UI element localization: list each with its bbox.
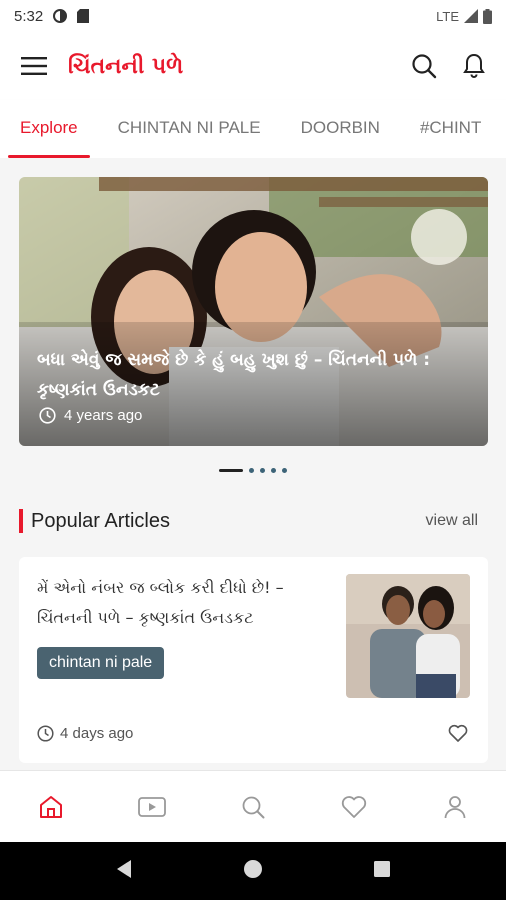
tab-chint[interactable]: #CHINT: [400, 100, 501, 158]
article-category-tag[interactable]: chintan ni pale: [37, 647, 165, 679]
main-content: બધા એવું જ સમજે છે કે હું બહુ ખુશ છું – …: [0, 158, 506, 770]
article-title: મેં એનો નંબર જ બ્લોક કરી દીધો છે! – ચિંત…: [37, 578, 284, 627]
carousel-indicator: [0, 468, 506, 473]
article-card[interactable]: મેં એનો નંબર જ બ્લોક કરી દીધો છે! – ચિંત…: [19, 557, 488, 763]
carousel-dot[interactable]: [249, 468, 254, 473]
status-bar: 5:32 LTE: [0, 0, 506, 32]
search-icon[interactable]: [233, 787, 273, 827]
view-all-link[interactable]: view all: [426, 512, 488, 530]
carousel-dot[interactable]: [282, 468, 287, 473]
carousel-dot[interactable]: [260, 468, 265, 473]
section-accent-bar: [19, 509, 23, 533]
tab-explore[interactable]: Explore: [0, 100, 98, 158]
article-time-label: 4 days ago: [60, 725, 134, 742]
home-icon[interactable]: [31, 787, 71, 827]
heart-icon[interactable]: [334, 787, 374, 827]
article-time: 4 days ago: [37, 725, 133, 742]
like-heart-icon[interactable]: [448, 724, 468, 747]
tab-doorbin[interactable]: DOORBIN: [281, 100, 400, 158]
bottom-navigation: [0, 770, 506, 842]
network-type: LTE: [436, 8, 459, 24]
article-thumbnail: [346, 574, 470, 698]
carousel-dot-active[interactable]: [219, 469, 243, 472]
home-circle-icon[interactable]: [243, 859, 263, 884]
clock-icon: [37, 725, 54, 742]
data-saver-icon: [53, 9, 68, 23]
featured-article-time: 4 years ago: [39, 407, 142, 424]
battery-icon: [483, 8, 492, 24]
hamburger-menu-icon[interactable]: [20, 52, 48, 80]
clock-icon: [39, 407, 56, 424]
sd-card-icon: [77, 9, 90, 23]
system-navigation-bar: [0, 842, 506, 900]
app-bar: ચિંતનની પળે: [0, 32, 506, 100]
carousel-dot[interactable]: [271, 468, 276, 473]
popular-articles-header: Popular Articles view all: [19, 508, 488, 534]
back-icon[interactable]: [115, 859, 133, 884]
featured-article-time-label: 4 years ago: [64, 407, 143, 424]
search-icon[interactable]: [410, 52, 438, 80]
bell-icon[interactable]: [460, 52, 488, 80]
app-title: ચિંતનની પળે: [68, 53, 184, 79]
section-title: Popular Articles: [31, 509, 170, 532]
signal-icon: [464, 9, 478, 23]
featured-article-title: બધા એવું જ સમજે છે કે હું બહુ ખુશ છું – …: [37, 350, 431, 400]
category-tabs: Explore CHINTAN NI PALE DOORBIN #CHINT: [0, 100, 506, 158]
status-time: 5:32: [14, 7, 44, 25]
tab-chintan-ni-pale[interactable]: CHINTAN NI PALE: [98, 100, 281, 158]
video-icon[interactable]: [132, 787, 172, 827]
recents-square-icon[interactable]: [373, 860, 391, 883]
user-icon[interactable]: [435, 787, 475, 827]
featured-article-card[interactable]: બધા એવું જ સમજે છે કે હું બહુ ખુશ છું – …: [19, 177, 488, 446]
